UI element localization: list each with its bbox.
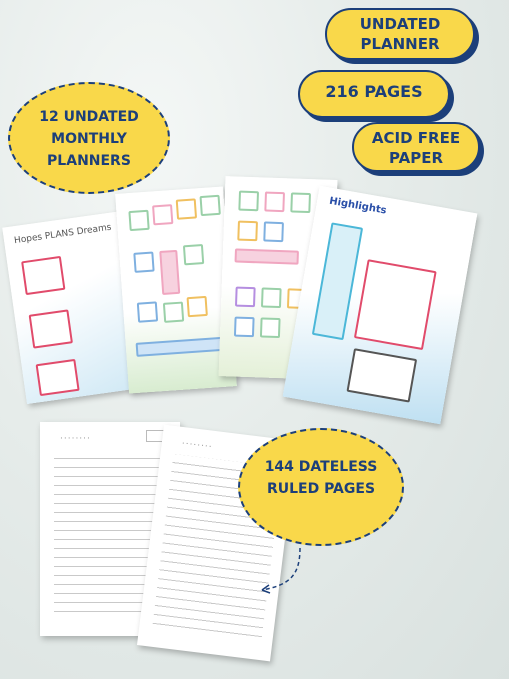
cell — [162, 301, 185, 323]
pages-216-label: 216 PAGES — [325, 82, 423, 101]
banner — [234, 248, 299, 265]
cell — [133, 251, 155, 273]
cell — [237, 220, 258, 242]
cell — [238, 190, 260, 212]
highlights-title: Highlights — [328, 195, 388, 217]
acid-free-label: ACID FREE PAPER — [371, 129, 461, 167]
dateless-ruled-bubble: 144 DATELESS RULED PAGES — [238, 428, 404, 546]
dateless-ruled-label: 144 DATELESS RULED PAGES — [264, 459, 378, 497]
goal-box — [28, 309, 73, 349]
cell — [159, 249, 181, 295]
arrow-banner — [311, 222, 364, 341]
cell — [233, 316, 255, 338]
cell — [234, 286, 256, 308]
goal-box — [21, 255, 66, 296]
canvas: { "bubbles": { "undated_planner": "UNDAT… — [0, 0, 509, 679]
cell — [259, 317, 281, 339]
spiral-binding: ········ — [181, 439, 214, 453]
cell — [263, 221, 284, 243]
cell — [290, 192, 311, 214]
cell — [264, 191, 285, 213]
undated-planner-label: UNDATED PLANNER — [359, 15, 441, 53]
undated-planner-bubble: UNDATED PLANNER — [325, 8, 475, 60]
goal-box — [35, 358, 80, 397]
spiral-binding: ········ — [60, 434, 91, 444]
cell — [182, 244, 205, 266]
cell — [152, 204, 174, 226]
monthly-planners-bubble: 12 UNDATED MONTHLY PLANNERS — [8, 82, 170, 194]
cell — [175, 198, 198, 220]
banner — [135, 336, 227, 357]
note-box — [346, 348, 418, 403]
page-title: Hopes PLANS Dreams — [13, 222, 113, 247]
monthly-planners-label: 12 UNDATED MONTHLY PLANNERS — [39, 109, 139, 169]
cell — [199, 194, 221, 217]
cell — [260, 287, 282, 309]
cell — [136, 301, 159, 323]
pages-216-bubble: 216 PAGES — [298, 70, 450, 118]
acid-free-bubble: ACID FREE PAPER — [352, 122, 480, 172]
cell — [128, 209, 150, 232]
cell — [186, 295, 208, 318]
note-box — [353, 259, 437, 351]
